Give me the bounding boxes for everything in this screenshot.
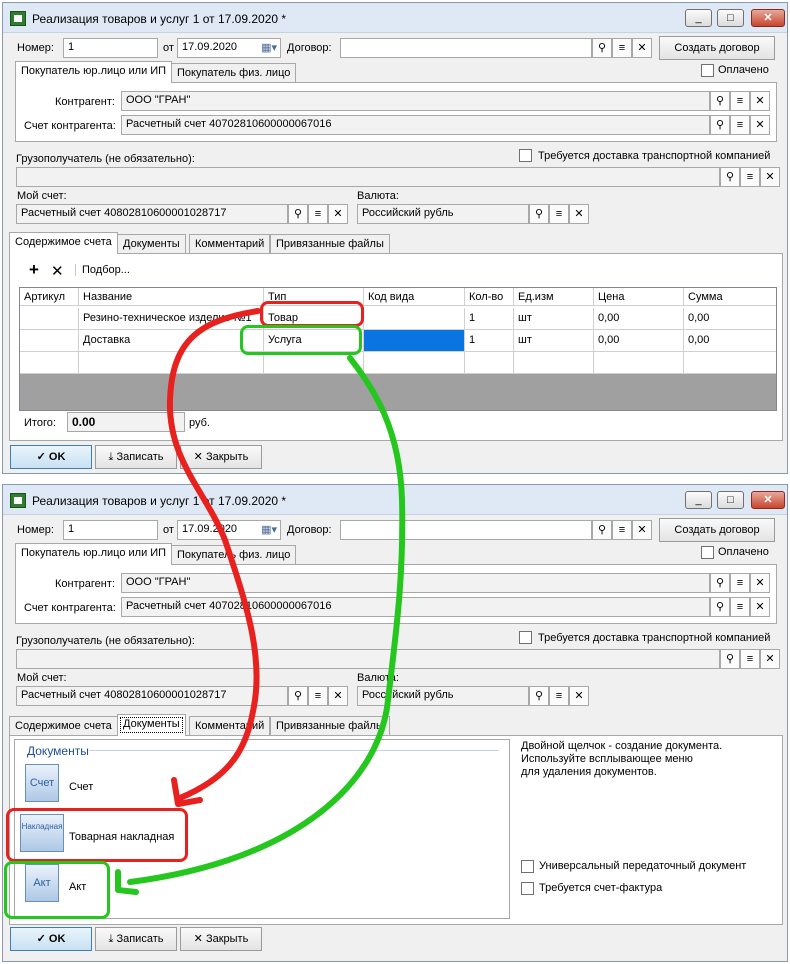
tab-legal-buyer[interactable]: Покупатель юр.лицо или ИП [15, 61, 173, 83]
annotation-arrows [115, 308, 406, 895]
tab-documents[interactable]: Документы [117, 714, 186, 736]
tab-contents[interactable]: Содержимое счета [9, 232, 118, 254]
tab-legal-buyer[interactable]: Покупатель юр.лицо или ИП [15, 543, 173, 565]
green-arrow [127, 355, 406, 885]
